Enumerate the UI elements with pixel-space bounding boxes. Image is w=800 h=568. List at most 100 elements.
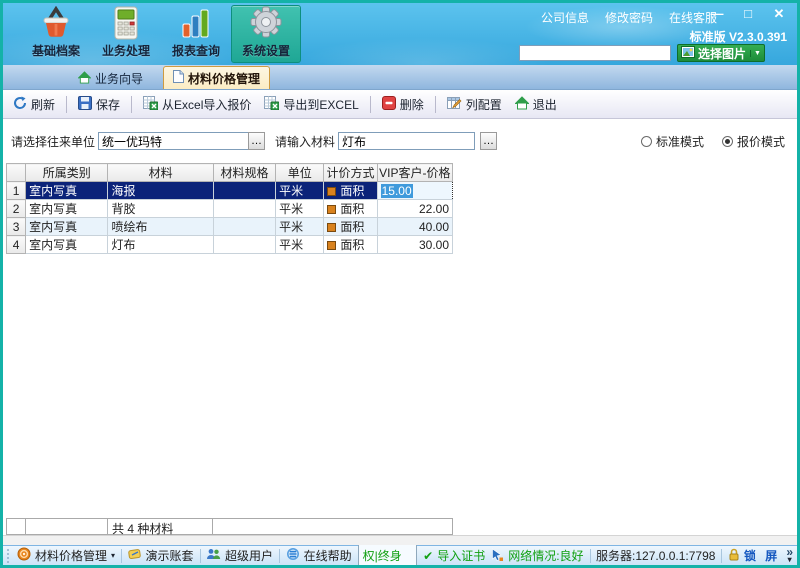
tab-material-price[interactable]: 材料价格管理	[163, 66, 270, 89]
filter-row: 请选择往来单位 … 请输入材料 …	[11, 131, 497, 151]
column-config-button[interactable]: 列配置	[443, 94, 506, 115]
grid-cell[interactable]: 平米	[276, 182, 324, 200]
nav-item-settings[interactable]: 系统设置	[231, 5, 301, 63]
tab-business-wizard[interactable]: 业务向导	[69, 68, 152, 89]
grid-cell[interactable]: 平米	[276, 200, 324, 218]
grid-cell[interactable]: 室内写真	[26, 200, 108, 218]
toolbar-label: 从Excel导入报价	[162, 96, 251, 113]
grid-cell[interactable]: 面积	[324, 182, 377, 200]
grid-cell[interactable]	[213, 182, 275, 200]
column-header[interactable]: 材料	[108, 164, 213, 182]
import-excel-button[interactable]: 从Excel导入报价	[139, 94, 255, 115]
vendor-picker-button[interactable]: …	[248, 132, 265, 150]
chart-icon	[179, 6, 213, 40]
maximize-button[interactable]: □	[740, 6, 756, 22]
calculator-icon	[109, 6, 143, 40]
minimize-button[interactable]: —	[709, 6, 725, 22]
table-row[interactable]: 1室内写真海报 平米面积15.00	[7, 182, 453, 200]
lock-screen-button[interactable]: 锁 屏	[728, 547, 780, 564]
material-picker-button[interactable]: …	[480, 132, 497, 150]
grid-cell[interactable]: 面积	[324, 236, 377, 254]
column-header[interactable]: 材料规格	[213, 164, 275, 182]
close-button[interactable]: ✕	[771, 6, 787, 22]
tag-icon	[128, 548, 142, 563]
grid-cell[interactable]: 室内写真	[26, 236, 108, 254]
column-header[interactable]: VIP客户-价格	[377, 164, 452, 182]
grid-cell[interactable]	[213, 218, 275, 236]
table-row[interactable]: 4室内写真灯布 平米面积30.00	[7, 236, 453, 254]
nav-item-reports[interactable]: 报表查询	[161, 5, 231, 63]
choose-image-button[interactable]: 选择图片 ▼	[677, 44, 765, 62]
status-user[interactable]: 超级用户	[206, 547, 273, 564]
material-input[interactable]	[338, 132, 475, 150]
grid-cell[interactable]: 海报	[108, 182, 213, 200]
grid-cell[interactable]: 平米	[276, 236, 324, 254]
price-edit-cell[interactable]: 15.00	[377, 182, 452, 200]
status-network[interactable]: 网络情况:良好	[491, 547, 583, 564]
grid-cell[interactable]: 面积	[324, 218, 377, 236]
grid-cell[interactable]: 室内写真	[26, 218, 108, 236]
toolbar-separator	[66, 96, 67, 113]
chevron-down-icon[interactable]: ▼	[750, 50, 761, 57]
grid-cell[interactable]: 喷绘布	[108, 218, 213, 236]
mode-radio-group: 标准模式 报价模式	[641, 133, 785, 150]
refresh-icon	[13, 96, 27, 113]
version-label: 标准版 V2.3.0.391	[690, 28, 787, 45]
status-module-menu[interactable]: 材料价格管理 ▾	[17, 547, 115, 564]
radio-quote-mode[interactable]: 报价模式	[722, 133, 785, 150]
nav-item-label: 业务处理	[102, 42, 150, 59]
refresh-button[interactable]: 刷新	[9, 94, 59, 115]
status-user-label: 超级用户	[225, 547, 273, 564]
nav-item-business[interactable]: 业务处理	[91, 5, 161, 63]
status-account[interactable]: 演示账套	[128, 547, 194, 564]
vendor-input[interactable]	[98, 132, 248, 150]
column-header[interactable]	[7, 164, 26, 182]
delete-icon	[382, 96, 396, 113]
radio-standard-mode[interactable]: 标准模式	[641, 133, 704, 150]
column-header[interactable]: 所属类别	[26, 164, 108, 182]
grid-cell[interactable]: 40.00	[377, 218, 452, 236]
grid-cell[interactable]: 背胶	[108, 200, 213, 218]
status-server: 服务器:127.0.0.1:7798	[596, 547, 715, 564]
table-row[interactable]: 3室内写真喷绘布 平米面积40.00	[7, 218, 453, 236]
column-header[interactable]: 计价方式	[324, 164, 377, 182]
grid-cell[interactable]: 面积	[324, 200, 377, 218]
grid-cell[interactable]: 平米	[276, 218, 324, 236]
picture-icon	[681, 46, 695, 61]
area-pricing-swatch-icon	[327, 223, 336, 232]
lock-screen-label: 锁 屏	[744, 547, 780, 564]
grid-cell[interactable]	[213, 236, 275, 254]
grid-cell[interactable]: 30.00	[377, 236, 452, 254]
browser-e-icon	[286, 547, 300, 564]
status-help[interactable]: 在线帮助	[286, 547, 352, 564]
import-cert-button[interactable]: ✔ 导入证书	[423, 547, 485, 564]
exit-button[interactable]: 退出	[511, 94, 561, 115]
company-info-link[interactable]: 公司信息	[541, 9, 589, 26]
area-pricing-swatch-icon	[327, 187, 336, 196]
image-path-input[interactable]	[519, 45, 671, 61]
grid-cell[interactable]: 室内写真	[26, 182, 108, 200]
horizontal-scrollbar[interactable]	[3, 535, 797, 545]
grid-cell[interactable]: 4	[7, 236, 26, 254]
toolbar-label: 保存	[96, 96, 120, 113]
save-button[interactable]: 保存	[74, 94, 124, 115]
status-account-label: 演示账套	[146, 547, 194, 564]
grid-cell[interactable]: 灯布	[108, 236, 213, 254]
grid-cell[interactable]: 1	[7, 182, 26, 200]
nav-item-base-archive[interactable]: 基础档案	[21, 5, 91, 63]
cursor-icon	[491, 548, 504, 564]
column-header[interactable]: 单位	[276, 164, 324, 182]
grid-cell[interactable]: 3	[7, 218, 26, 236]
grid-cell[interactable]	[213, 200, 275, 218]
table-row[interactable]: 2室内写真背胶 平米面积22.00	[7, 200, 453, 218]
grip-handle[interactable]	[5, 549, 11, 563]
delete-button[interactable]: 删除	[378, 94, 428, 115]
export-excel-button[interactable]: 导出到EXCEL	[260, 94, 362, 115]
status-overflow-button[interactable]: » ▾	[786, 548, 793, 564]
status-server-label: 服务器:127.0.0.1:7798	[596, 547, 715, 564]
change-password-link[interactable]: 修改密码	[605, 9, 653, 26]
grid-cell[interactable]: 22.00	[377, 200, 452, 218]
tab-label: 业务向导	[95, 70, 143, 87]
grid-cell[interactable]: 2	[7, 200, 26, 218]
material-count-label: 共 4 种材料	[108, 518, 213, 535]
